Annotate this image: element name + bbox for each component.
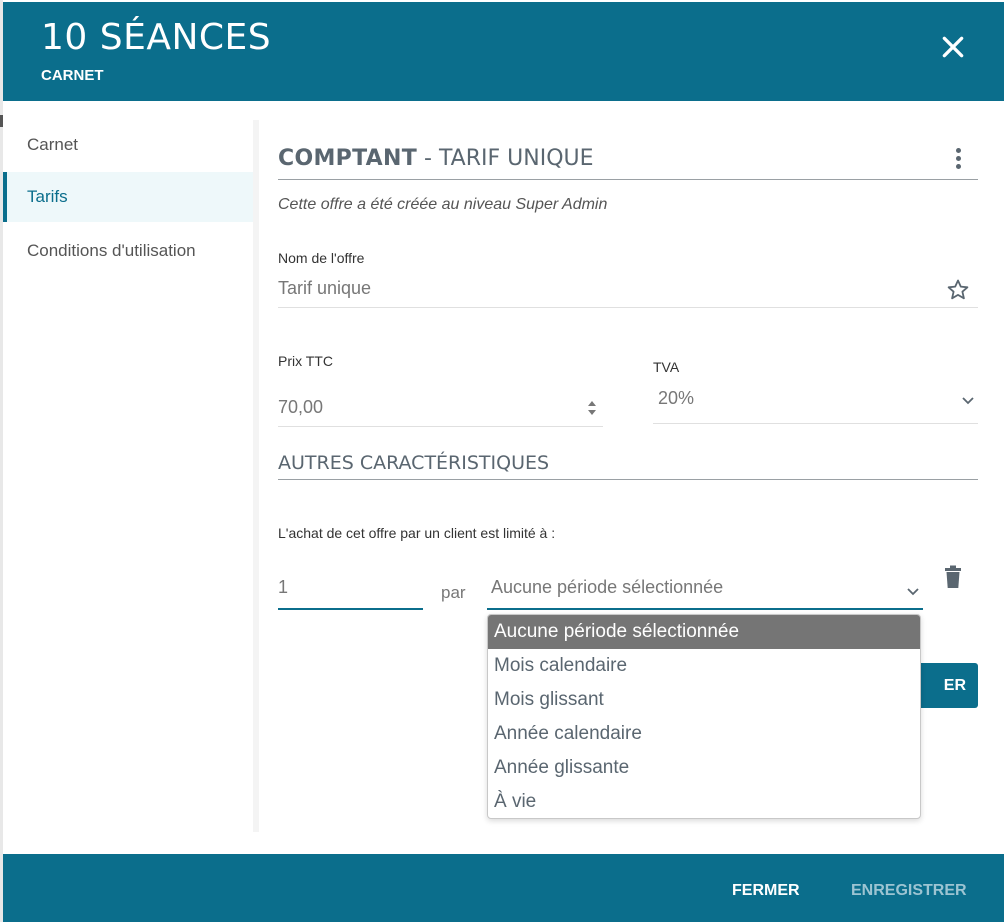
offer-name-field[interactable]: Tarif unique	[278, 270, 978, 308]
dropdown-option[interactable]: Aucune période sélectionnée	[488, 615, 920, 649]
dropdown-option[interactable]: Mois glissant	[488, 683, 920, 717]
dropdown-option[interactable]: Mois calendaire	[488, 649, 920, 683]
sidebar-item-tarifs[interactable]: Tarifs	[3, 172, 253, 222]
modal-subtitle: CARNET	[41, 67, 104, 84]
per-label: par	[441, 583, 466, 602]
sidebar-item-carnet[interactable]: Carnet	[3, 120, 253, 170]
more-options-icon[interactable]	[954, 148, 962, 172]
other-characteristics-title: AUTRES CARACTÉRISTIQUES	[278, 452, 978, 480]
chevron-down-icon	[907, 588, 919, 596]
spinner-icon[interactable]	[587, 398, 597, 418]
section-header: COMPTANT - TARIF UNIQUE	[278, 146, 978, 180]
sidebar: Carnet Tarifs Conditions d'utilisation	[3, 120, 253, 276]
quantity-input[interactable]: 1	[278, 570, 423, 610]
dropdown-option[interactable]: À vie	[488, 785, 920, 818]
modal-header: 10 SÉANCES CARNET	[3, 2, 1004, 101]
modal-footer: FERMER ENREGISTRER	[3, 854, 1004, 922]
trash-icon[interactable]	[943, 565, 963, 589]
vat-label: TVA	[653, 359, 680, 375]
section-title-rest: - TARIF UNIQUE	[417, 146, 594, 171]
offer-name-value: Tarif unique	[278, 278, 372, 298]
sidebar-item-conditions[interactable]: Conditions d'utilisation	[3, 226, 253, 276]
price-label: Prix TTC	[278, 353, 333, 369]
dropdown-option[interactable]: Année calendaire	[488, 717, 920, 751]
close-button[interactable]: FERMER	[732, 882, 800, 900]
section-title-bold: COMPTANT	[278, 146, 418, 171]
sidebar-item-label: Tarifs	[27, 187, 68, 206]
super-admin-note: Cette offre a été créée au niveau Super …	[278, 196, 608, 213]
period-value: Aucune période sélectionnée	[491, 577, 724, 597]
modal-title: 10 SÉANCES	[41, 17, 272, 58]
offer-name-label: Nom de l'offre	[278, 250, 365, 266]
vat-value: 20%	[658, 388, 695, 408]
sidebar-divider	[253, 120, 259, 832]
save-button[interactable]: ENREGISTRER	[851, 882, 967, 900]
partially-hidden-button-label: ER	[943, 677, 966, 694]
sidebar-item-label: Conditions d'utilisation	[27, 241, 196, 260]
vat-select[interactable]: 20%	[653, 378, 978, 424]
purchase-limit-label: L'achat de cet offre par un client est l…	[278, 525, 556, 541]
period-select[interactable]: Aucune période sélectionnée	[487, 570, 923, 610]
close-icon[interactable]	[940, 34, 966, 60]
price-value: 70,00	[278, 397, 324, 417]
dropdown-option[interactable]: Année glissante	[488, 751, 920, 785]
period-dropdown-menu: Aucune période sélectionnée Mois calenda…	[487, 614, 921, 819]
sidebar-item-label: Carnet	[27, 135, 79, 154]
quantity-value: 1	[278, 577, 289, 597]
chevron-down-icon	[962, 397, 974, 405]
star-icon[interactable]	[946, 278, 970, 302]
price-field[interactable]: 70,00	[278, 385, 603, 427]
